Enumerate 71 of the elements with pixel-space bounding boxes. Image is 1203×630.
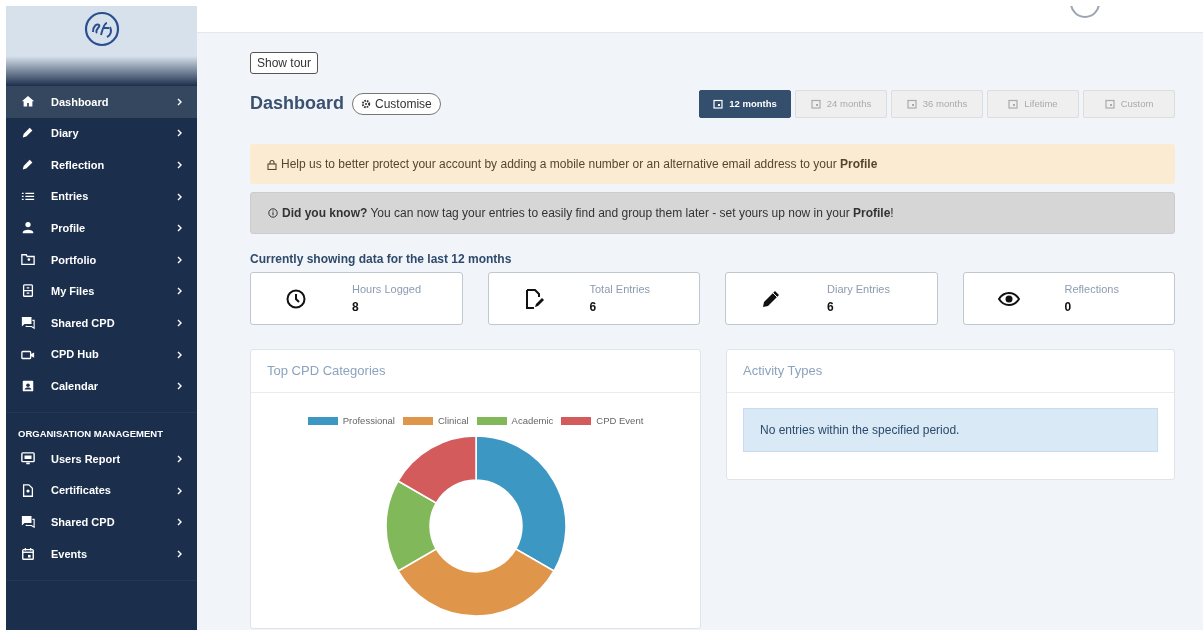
security-notice: Help us to better protect your account by adding a mobile number or an alternative email address to your Profile [281,156,878,173]
calendar-icon [20,546,36,561]
card-title: Activity Types [727,350,1174,393]
chevron-icon [177,161,183,169]
empty-state-message: No entries within the specified period. [743,407,1158,452]
chevron-icon [177,255,183,264]
stat-value: 0 [1064,298,1073,316]
stat-label: Total Entries [589,282,651,298]
chevron-icon [177,287,183,296]
logo-icon [82,10,121,48]
sidebar-item[interactable]: Certificates [6,474,197,507]
calendar-icon [1008,99,1019,109]
folder-icon [20,252,36,267]
customise-button[interactable]: Customise [352,93,441,115]
period-tab[interactable]: 12 months [699,90,791,118]
chevron-icon [177,350,183,359]
sidebar-item[interactable]: CPD Hub [6,338,197,371]
person-icon [20,221,36,236]
legend-item: Professional [307,413,395,428]
sidebar-item[interactable]: Diary [6,117,197,150]
sidebar-item[interactable]: Shared CPD [6,506,197,538]
calendar-icon [713,99,724,109]
cabinet-icon [20,284,36,299]
legend-item: CPD Event [561,413,644,428]
chevron-icon [177,518,183,527]
sidebar-item[interactable]: Profile [6,212,197,244]
chevron-icon [177,455,183,463]
stat-value: 6 [827,298,835,316]
contact-card-icon [20,379,36,394]
sidebar-item[interactable]: Reflection [6,149,197,181]
sidebar-item[interactable]: Portfolio [6,243,197,276]
chat-icon [20,315,36,330]
sidebar-item[interactable]: Users Report [6,443,197,475]
period-caption: Currently showing data for the last 12 months [250,251,513,268]
calendar-icon [1104,99,1115,109]
sidebar-item[interactable]: My Files [6,275,197,308]
sidebar-item[interactable]: Shared CPD [6,307,197,339]
section-heading: ORGANISATION MANAGEMENT [17,426,164,441]
chevron-icon [177,549,183,558]
chevron-icon [177,97,183,106]
sidebar-item[interactable]: Calendar [6,370,197,402]
card-title: Top CPD Categories [251,350,700,393]
stat-label: Reflections [1064,282,1119,298]
sidebar-item[interactable]: Events [6,537,197,570]
monitor-icon [20,452,36,466]
chevron-icon [177,224,183,233]
settings-icon [361,99,372,109]
stat-label: Diary Entries [827,282,890,298]
page-title: Dashboard [250,93,345,115]
chevron-icon [177,318,183,327]
sidebar-item[interactable]: Entries [6,180,197,213]
chevron-icon [177,129,183,138]
calendar-icon [810,99,821,109]
lock-icon [267,158,277,170]
sidebar-item[interactable]: Dashboard [6,86,197,118]
calendar-icon [906,99,917,109]
chevron-icon [177,192,183,201]
show-tour-button[interactable]: Show tour [250,52,319,74]
stat-label: Hours Logged [352,282,422,298]
info-icon [268,208,278,218]
legend-item: Clinical [402,413,469,428]
stat-value: 6 [589,298,598,316]
stat-value: 8 [352,298,360,316]
chat-icon [20,515,36,530]
legend-item: Academic [476,413,554,428]
document-icon [20,483,36,498]
chevron-icon [177,382,183,391]
chevron-icon [177,486,183,495]
tip-notice: Did you know? You can now tag your entries to easily find and group them later - set yours up now in your Profile! [282,205,894,222]
home-icon [20,94,36,109]
clock-icon [285,287,307,310]
